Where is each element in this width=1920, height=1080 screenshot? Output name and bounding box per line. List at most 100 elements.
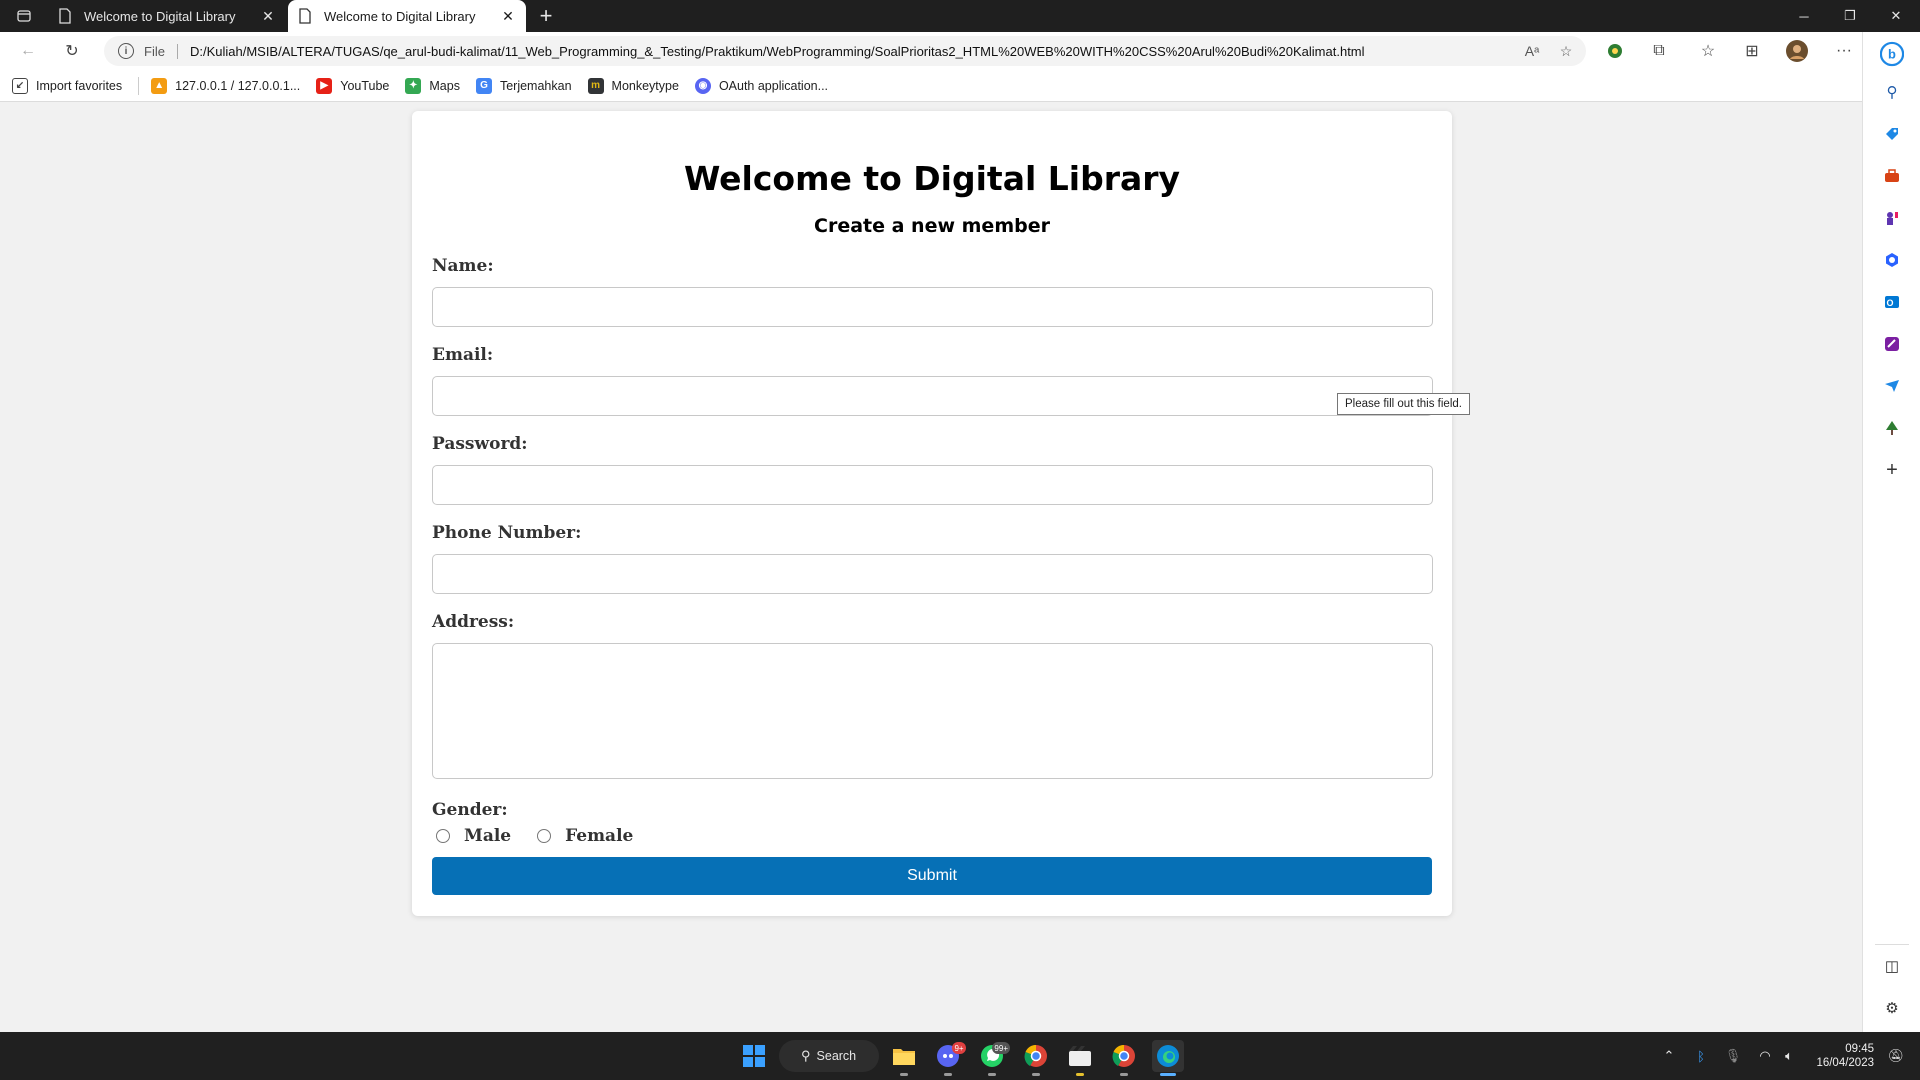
outlook-icon[interactable]: O [1880,290,1904,314]
volume-icon[interactable]: 🔈︎ [1779,1046,1799,1066]
phpmyadmin-icon: ▲ [151,77,168,94]
bookmark-label: Terjemahkan [499,78,572,93]
running-indicator [1032,1073,1040,1076]
running-indicator [1076,1073,1084,1076]
bookmark-maps[interactable]: ✦ Maps [405,77,460,94]
phone-input[interactable] [432,554,1433,594]
start-button[interactable] [738,1040,770,1072]
notifications-icon[interactable]: 🔕︎ [1886,1046,1906,1066]
read-aloud-icon[interactable]: Aᵃ [1518,39,1546,63]
svg-text:b: b [1888,47,1896,62]
more-options-icon[interactable]: ··· [1832,39,1856,63]
settings-gear-icon[interactable]: ⚙ [1880,996,1904,1020]
tab-actions-icon[interactable] [12,6,36,26]
url-text[interactable]: D:/Kuliah/MSIB/ALTERA/TUGAS/qe_arul-budi… [190,44,1518,59]
games-icon[interactable] [1880,206,1904,230]
discord-badge: 9+ [952,1042,966,1054]
whatsapp-badge: 99+ [992,1042,1010,1054]
browser-toolbar: ← ↻ i File D:/Kuliah/MSIB/ALTERA/TUGAS/q… [0,32,1862,70]
bookmark-translate[interactable]: G Terjemahkan [475,77,572,94]
form-subtitle: Create a new member [814,215,1050,237]
restore-button[interactable]: ❐ [1827,0,1873,32]
file-explorer-icon[interactable] [888,1040,920,1076]
bluetooth-icon[interactable]: ᛒ [1691,1046,1711,1066]
tab-title: Welcome to Digital Library [84,8,236,24]
running-indicator [944,1073,952,1076]
submit-button[interactable]: Submit [432,857,1432,895]
add-sidebar-app-icon[interactable]: + [1880,458,1904,482]
edge-sidebar: b ⚲ O + ◫ ⚙ [1862,32,1920,1032]
tree-icon[interactable] [1880,416,1904,440]
female-label[interactable]: Female [565,826,633,846]
male-radio[interactable] [436,829,450,843]
male-label[interactable]: Male [464,826,511,846]
bing-chat-icon[interactable]: b [1880,41,1904,67]
bookmark-label: Import favorites [36,78,123,93]
monkeytype-icon: m [587,77,604,94]
tools-icon[interactable] [1880,164,1904,188]
address-textarea[interactable] [432,643,1433,779]
whatsapp-icon[interactable]: 99+ [976,1040,1010,1076]
edge-icon[interactable] [1152,1040,1184,1076]
microsoft-365-icon[interactable] [1880,248,1904,272]
back-button[interactable]: ← [16,39,40,63]
taskbar-clock[interactable]: 09:45 16/04/2023 [1810,1042,1874,1070]
minimize-button[interactable]: ─ [1781,0,1827,32]
shopping-icon[interactable] [1880,122,1904,146]
discord-icon: ◉ [694,77,711,94]
close-icon[interactable]: ✕ [500,8,516,24]
taskbar-search[interactable]: ⚲ Search [779,1040,879,1072]
windows-taskbar: ⚲ Search 9+ 99+ ⌃ ᛒ 🎙︎ ◠ 🔈︎ 09:45 16/04/… [0,1032,1920,1080]
password-input[interactable] [432,465,1433,505]
windows-logo-icon [743,1045,765,1067]
bookmarks-bar: ↙ Import favorites ▲ 127.0.0.1 / 127.0.0… [0,70,1862,102]
refresh-button[interactable]: ↻ [60,39,84,63]
clock-date: 16/04/2023 [1816,1057,1874,1069]
female-radio[interactable] [537,829,552,843]
close-window-button[interactable]: ✕ [1873,0,1919,32]
video-editor-icon[interactable] [1064,1040,1096,1076]
new-tab-button[interactable]: + [534,3,558,28]
bookmark-monkeytype[interactable]: m Monkeytype [587,77,679,94]
info-icon[interactable]: i [118,43,134,59]
name-label: Name: [432,256,494,276]
designer-icon[interactable] [1880,332,1904,356]
extensions-icon[interactable]: ⧉ [1647,39,1671,63]
chevron-up-icon[interactable]: ⌃ [1659,1046,1679,1066]
browser-tab-active[interactable]: Welcome to Digital Library ✕ [288,0,526,32]
bookmark-import-favorites[interactable]: ↙ Import favorites [12,77,123,94]
page-viewport: Welcome to Digital Library Create a new … [0,103,1862,1032]
running-indicator [900,1073,908,1076]
discord-icon[interactable]: 9+ [932,1040,966,1076]
page-icon [299,8,311,24]
extension-icon[interactable] [1603,39,1627,63]
running-indicator [988,1073,996,1076]
bookmark-phpmyadmin[interactable]: ▲ 127.0.0.1 / 127.0.0.1... [151,77,300,94]
chrome-icon[interactable] [1020,1040,1052,1076]
add-favorite-icon[interactable]: ☆ [1552,39,1580,63]
sidebar-toggle-icon[interactable]: ◫ [1880,954,1904,978]
search-icon[interactable]: ⚲ [1880,80,1904,104]
bookmark-oauth[interactable]: ◉ OAuth application... [694,77,828,94]
address-bar[interactable]: i File D:/Kuliah/MSIB/ALTERA/TUGAS/qe_ar… [104,36,1586,66]
email-input[interactable] [432,376,1433,416]
phone-label: Phone Number: [432,523,582,543]
youtube-icon: ▶ [316,77,333,94]
email-label: Email: [432,345,494,365]
browser-tab[interactable]: Welcome to Digital Library ✕ [48,0,286,32]
profile-avatar[interactable] [1785,39,1809,63]
close-icon[interactable]: ✕ [260,8,276,24]
svg-text:O: O [1886,298,1893,308]
chrome-profile-icon[interactable] [1108,1040,1140,1076]
wifi-icon[interactable]: ◠ [1755,1046,1775,1066]
microphone-icon[interactable]: 🎙︎ [1723,1046,1743,1066]
maps-icon: ✦ [405,77,422,94]
favorites-icon[interactable]: ☆ [1696,39,1720,63]
bookmark-youtube[interactable]: ▶ YouTube [316,77,389,94]
running-indicator [1120,1073,1128,1076]
sidebar-divider [1875,944,1909,945]
collections-icon[interactable]: ⊞ [1740,39,1764,63]
password-label: Password: [432,434,528,454]
name-input[interactable] [432,287,1433,327]
drop-icon[interactable] [1880,374,1904,398]
